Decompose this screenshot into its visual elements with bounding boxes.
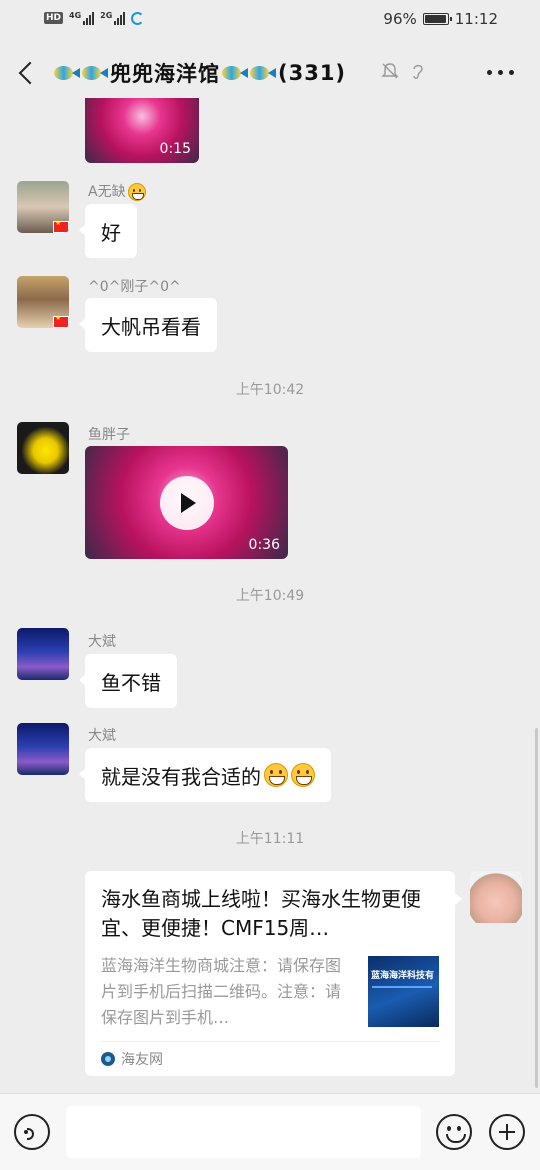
network-type-label: 4G [69,11,82,20]
message-input[interactable] [66,1106,421,1158]
text-message[interactable]: 大帆吊看看 [79,298,217,352]
chat-title: 兜兜海洋馆 (331) [54,58,346,88]
link-card-title: 海水鱼商城上线啦！买海水生物更便宜、更便捷！CMF15周… [101,887,421,940]
sender-name: 大斌 [88,634,116,650]
chat-header: 兜兜海洋馆 (331) [0,48,540,98]
link-card[interactable]: 海水鱼商城上线啦！买海水生物更便宜、更便捷！CMF15周… 蓝海海洋生物商城注意… [85,871,462,1076]
avatar[interactable] [17,422,69,474]
more-icon[interactable] [487,70,514,75]
video-message[interactable]: 0:15 [85,98,199,163]
text-message[interactable]: 就是没有我合适的 [79,748,331,802]
group-name: 兜兜海洋馆 [110,62,220,86]
message-text: 鱼不错 [101,670,161,695]
hd-badge: HD [44,12,64,24]
fish-icon [54,64,80,82]
video-duration: 0:36 [248,537,280,553]
fish-icon [250,64,276,82]
timestamp: 上午11:11 [235,831,305,847]
app-notification-icon [131,11,145,25]
battery-percent: 96% [383,10,417,28]
voice-input-button[interactable] [14,1114,50,1150]
avatar[interactable] [17,723,69,775]
battery-icon [422,13,452,25]
message-list[interactable]: 0:15 A无缺 好 ^0^刚子^0^ 大帆吊看看 上午10:42 鱼胖子 0:… [0,98,540,1093]
grin-emoji-icon [291,763,315,787]
member-count: (331) [278,61,347,85]
timestamp: 上午10:49 [235,588,305,604]
smile-emoji-icon [127,183,146,201]
sender-name: 鱼胖子 [88,427,130,443]
link-card-thumbnail: 蓝海海洋科技有 [368,956,439,1027]
scrollbar[interactable] [535,728,538,1088]
fish-icon [222,64,248,82]
china-flag-icon [53,314,69,328]
back-icon[interactable] [14,58,42,88]
avatar[interactable] [17,276,69,328]
mute-icon [381,63,399,79]
signal-icon: 4G [69,11,95,25]
signal-icon: 2G [100,11,126,25]
divider [101,1041,439,1042]
message-text: 大帆吊看看 [101,314,201,339]
grin-emoji-icon [264,763,288,787]
text-message[interactable]: 好 [79,204,137,258]
input-bar [0,1093,540,1170]
emoji-button[interactable] [436,1114,472,1150]
video-message[interactable]: 0:36 [85,446,288,559]
clock: 11:12 [454,10,498,28]
sender-name: 大斌 [88,728,116,744]
message-text: 好 [101,220,121,245]
video-duration: 0:15 [159,141,191,157]
link-card-description: 蓝海海洋生物商城注意：请保存图片到手机后扫描二维码。注意：请保存图片到手机… [101,956,342,1027]
more-functions-button[interactable] [489,1114,525,1150]
fish-icon [82,64,108,82]
china-flag-icon [53,219,69,233]
timestamp: 上午10:42 [235,382,305,398]
play-icon[interactable] [160,476,214,530]
avatar[interactable] [17,628,69,680]
sender-name: ^0^刚子^0^ [88,279,181,295]
network-type-label: 2G [100,11,113,20]
link-card-source: 海友网 [101,1049,163,1069]
status-bar: HD 4G 2G 96% 11:12 [0,0,540,40]
text-message[interactable]: 鱼不错 [79,654,177,708]
sender-name: A无缺 [88,181,146,201]
my-avatar[interactable] [470,871,522,923]
ear-icon [413,64,423,79]
source-logo-icon [101,1052,115,1066]
avatar[interactable] [17,181,69,233]
message-text: 就是没有我合适的 [101,764,261,789]
